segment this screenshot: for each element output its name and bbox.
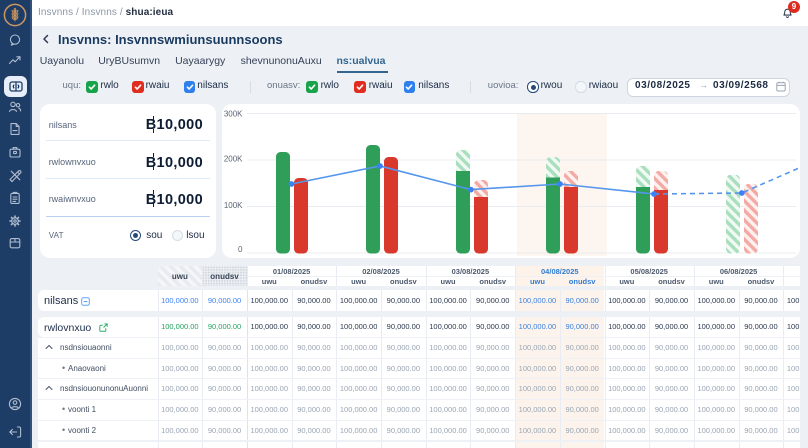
svg-text:100K: 100K bbox=[224, 201, 243, 210]
svg-text:0: 0 bbox=[238, 245, 243, 254]
svg-text:300K: 300K bbox=[224, 110, 243, 119]
svg-text:200K: 200K bbox=[224, 155, 243, 164]
